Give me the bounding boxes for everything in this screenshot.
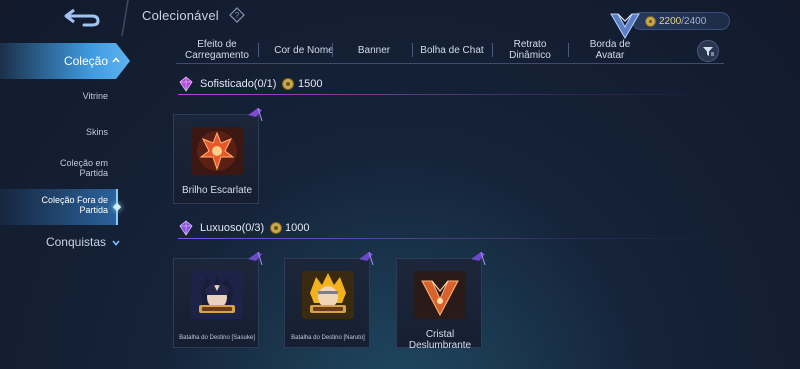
section-luxuoso: Luxuoso(0/3) 1000 xyxy=(178,219,724,239)
sidebar-item-skins[interactable]: Skins xyxy=(0,127,118,137)
tab-bolha-de-chat[interactable]: Bolha de Chat xyxy=(412,37,492,63)
sidebar: Coleção Vitrine Skins Coleção em Partida… xyxy=(0,40,130,369)
sidebar-item-label: Coleção Fora de Partida xyxy=(41,195,108,215)
header-divider xyxy=(121,0,129,36)
item-name: Brilho Escarlate xyxy=(181,185,253,196)
coin-icon xyxy=(282,78,294,90)
tab-efeito-de-carregamento[interactable]: Efeito de Carregamento xyxy=(176,37,258,63)
item-name: Batalha do Destino [Naruto] xyxy=(291,335,365,341)
filter-button[interactable] xyxy=(697,40,719,62)
sidebar-item-colecao-em-partida[interactable]: Coleção em Partida xyxy=(0,158,118,178)
item-card[interactable]: Cristal Deslumbrante xyxy=(396,251,486,351)
section-sofisticado: Sofisticado(0/1) 1500 xyxy=(178,75,724,95)
chevron-down-icon xyxy=(112,240,120,246)
rarity-gem-icon xyxy=(179,76,193,92)
corner-ornament-icon xyxy=(359,251,374,266)
corner-ornament-icon xyxy=(248,251,263,266)
section-title: Sofisticado(0/1) xyxy=(200,78,277,90)
tab-banner[interactable]: Banner xyxy=(332,37,416,63)
svg-text:?: ? xyxy=(235,11,240,20)
coin-icon xyxy=(645,15,656,27)
collection-points: 2200/2400 xyxy=(608,8,730,39)
crest-emblem-icon xyxy=(191,127,243,175)
item-card[interactable]: Batalha do Destino [Sasuke] xyxy=(173,251,263,348)
section-title: Luxuoso(0/3) xyxy=(200,222,265,234)
back-button[interactable] xyxy=(58,4,110,30)
section-price: 1500 xyxy=(298,78,323,90)
filter-icon xyxy=(703,47,714,56)
collection-screen: Colecionável ? 2200/2400 Coleção Vitrine… xyxy=(0,0,800,369)
points-pill: 2200/2400 xyxy=(632,12,730,30)
chevron-up-icon xyxy=(112,57,120,63)
crystal-emblem-icon xyxy=(414,271,466,319)
category-tabs: Efeito de Carregamento Cor de Nome Banne… xyxy=(176,37,724,63)
back-arrow-icon xyxy=(64,8,100,27)
section-divider xyxy=(178,94,724,95)
tab-retrato-dinamico[interactable]: Retrato Dinâmico xyxy=(492,37,568,63)
coin-icon xyxy=(270,222,282,234)
sidebar-item-conquistas[interactable]: Conquistas xyxy=(0,235,124,249)
item-name: Cristal Deslumbrante xyxy=(408,329,472,351)
sidebar-item-label: Conquistas xyxy=(45,235,106,249)
sidebar-item-label: Coleção xyxy=(63,54,108,68)
corner-ornament-icon xyxy=(248,107,263,122)
section-divider xyxy=(178,238,724,239)
sidebar-item-vitrine[interactable]: Vitrine xyxy=(0,91,118,101)
points-max: /2400 xyxy=(681,15,707,27)
tabs-underline xyxy=(176,63,724,64)
sidebar-item-colecao-fora-de-partida[interactable]: Coleção Fora de Partida xyxy=(0,189,122,225)
tab-borda-de-avatar[interactable]: Borda de Avatar xyxy=(568,37,652,63)
item-card[interactable]: Batalha do Destino [Naruto] xyxy=(284,251,374,348)
sidebar-item-colecao[interactable]: Coleção xyxy=(0,43,130,79)
rarity-gem-icon xyxy=(179,220,193,236)
corner-ornament-icon xyxy=(471,251,486,266)
item-card[interactable]: Brilho Escarlate xyxy=(173,107,263,204)
help-icon[interactable]: ? xyxy=(229,7,245,23)
item-name: Batalha do Destino [Sasuke] xyxy=(179,335,255,341)
naruto-portrait-icon xyxy=(302,271,354,319)
sasuke-portrait-icon xyxy=(191,271,243,319)
points-current: 2200 xyxy=(659,15,682,27)
page-title: Colecionável xyxy=(142,8,219,23)
section-price: 1000 xyxy=(285,222,310,234)
